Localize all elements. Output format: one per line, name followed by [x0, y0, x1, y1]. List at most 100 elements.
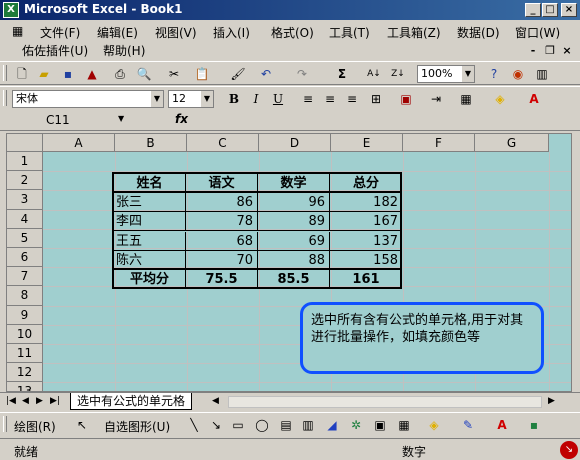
- clipart-icon[interactable]: ▣: [372, 417, 388, 433]
- table-cell[interactable]: 158: [330, 251, 402, 270]
- menu-window[interactable]: 窗口(W): [515, 24, 560, 41]
- paste-icon[interactable]: 📋: [194, 66, 210, 82]
- textbox-icon[interactable]: ▤: [278, 417, 294, 433]
- arrow-icon[interactable]: ↘: [208, 417, 224, 433]
- doc-restore-button[interactable]: ❐: [543, 44, 557, 57]
- menu-format[interactable]: 格式(O): [271, 24, 314, 41]
- oval-icon[interactable]: ◯: [254, 417, 270, 433]
- line-color-icon[interactable]: ✎: [460, 417, 476, 433]
- sheet-tab[interactable]: 选中有公式的单元格: [70, 393, 193, 410]
- table-cell[interactable]: 89: [258, 212, 330, 232]
- column-header-g[interactable]: G: [475, 134, 549, 152]
- record-icon[interactable]: ↘: [560, 441, 578, 459]
- row-header-11[interactable]: 11: [7, 344, 43, 364]
- table-cell[interactable]: 李四: [114, 212, 186, 232]
- maximize-button[interactable]: □: [542, 3, 558, 17]
- chevron-down-icon[interactable]: ▼: [151, 91, 163, 107]
- prev-sheet-icon[interactable]: ◀: [22, 396, 29, 406]
- fx-label[interactable]: fx: [175, 112, 188, 126]
- table-cell[interactable]: 69: [258, 231, 330, 251]
- row-header-13[interactable]: 13: [7, 382, 43, 391]
- scroll-left-icon[interactable]: ◀: [212, 396, 219, 406]
- align-right-icon[interactable]: ≡: [344, 91, 360, 107]
- row-header-10[interactable]: 10: [7, 324, 43, 344]
- color-wheel-icon[interactable]: ◉: [510, 66, 526, 82]
- row-header-4[interactable]: 4: [7, 209, 43, 229]
- table-summary-cell[interactable]: 75.5: [186, 270, 258, 289]
- chevron-down-icon[interactable]: ▼: [462, 66, 474, 82]
- table-header-cell[interactable]: 数学: [258, 174, 330, 193]
- row-header-1[interactable]: 1: [7, 152, 43, 172]
- name-box[interactable]: C11: [30, 111, 130, 129]
- font-name-select[interactable]: 宋体 ▼: [12, 90, 164, 108]
- last-sheet-icon[interactable]: ▶|: [50, 396, 60, 406]
- minimize-button[interactable]: _: [525, 3, 541, 17]
- research-icon[interactable]: ✂: [166, 66, 182, 82]
- column-header-d[interactable]: D: [259, 134, 331, 152]
- vertical-textbox-icon[interactable]: ▥: [300, 417, 316, 433]
- table-cell[interactable]: 78: [186, 212, 258, 232]
- table-cell[interactable]: 96: [258, 193, 330, 213]
- column-header-b[interactable]: B: [115, 134, 187, 152]
- table-cell[interactable]: 68: [186, 231, 258, 251]
- horizontal-scrollbar[interactable]: [228, 396, 542, 408]
- table-cell[interactable]: 182: [330, 193, 402, 213]
- formula-input[interactable]: [190, 111, 576, 129]
- shadow-icon[interactable]: ▪: [526, 417, 542, 433]
- table-cell[interactable]: 88: [258, 250, 330, 270]
- menu-view[interactable]: 视图(V): [155, 24, 197, 41]
- table-summary-cell[interactable]: 85.5: [258, 270, 330, 289]
- merge-center-icon[interactable]: ⊞: [368, 91, 384, 107]
- undo-icon[interactable]: ↶: [258, 66, 274, 82]
- menu-help[interactable]: 帮助(H): [103, 42, 145, 59]
- table-header-cell[interactable]: 姓名: [114, 174, 186, 193]
- rectangle-icon[interactable]: ▭: [230, 417, 246, 433]
- first-sheet-icon[interactable]: |◀: [6, 396, 16, 406]
- row-header-8[interactable]: 8: [7, 286, 43, 306]
- row-header-9[interactable]: 9: [7, 305, 43, 325]
- fill-color-icon[interactable]: ◈: [426, 417, 442, 433]
- menu-edit[interactable]: 编辑(E): [97, 24, 138, 41]
- table-cell[interactable]: 167: [330, 212, 402, 232]
- table-cell[interactable]: 陈六: [114, 250, 186, 270]
- align-center-icon[interactable]: ≡: [322, 91, 338, 107]
- picture-icon[interactable]: ▦: [396, 417, 412, 433]
- column-header-a[interactable]: A: [43, 134, 115, 152]
- doc-close-button[interactable]: ×: [560, 44, 574, 57]
- indent-icon[interactable]: ⇥: [428, 91, 444, 107]
- print-icon[interactable]: ⎙: [112, 66, 128, 82]
- help-icon[interactable]: ?: [486, 66, 502, 82]
- zoom-select[interactable]: 100% ▼: [417, 65, 475, 83]
- toolbar-grip[interactable]: [3, 416, 7, 432]
- chevron-down-icon[interactable]: ▼: [201, 91, 213, 107]
- permission-icon[interactable]: ▲: [84, 66, 100, 82]
- column-header-e[interactable]: E: [331, 134, 403, 152]
- underline-icon[interactable]: U: [270, 91, 286, 107]
- table-cell[interactable]: 86: [186, 193, 258, 213]
- row-header-3[interactable]: 3: [7, 190, 43, 210]
- menu-insert[interactable]: 插入(I): [213, 24, 250, 41]
- toolbar-grip[interactable]: [3, 90, 7, 106]
- menu-toolbox[interactable]: 工具箱(Z): [387, 24, 441, 41]
- format-painter-icon[interactable]: 🖌: [230, 66, 246, 82]
- wordart-icon[interactable]: ◢: [324, 417, 340, 433]
- toolbar-grip[interactable]: [3, 65, 7, 81]
- table-header-cell[interactable]: 总分: [330, 174, 402, 193]
- menu-data[interactable]: 数据(D): [457, 24, 500, 41]
- chevron-down-icon[interactable]: ▼: [118, 114, 124, 123]
- font-size-select[interactable]: 12 ▼: [168, 90, 214, 108]
- select-objects-icon[interactable]: ↖: [74, 417, 90, 433]
- font-color-icon[interactable]: A: [526, 91, 542, 107]
- diagram-icon[interactable]: ✲: [348, 417, 364, 433]
- new-icon[interactable]: 🗋: [14, 66, 30, 82]
- row-header-2[interactable]: 2: [7, 171, 43, 191]
- column-header-f[interactable]: F: [403, 134, 475, 152]
- table-cell[interactable]: 70: [186, 250, 258, 270]
- menu-file[interactable]: 文件(F): [40, 24, 80, 41]
- row-header-6[interactable]: 6: [7, 248, 43, 268]
- next-sheet-icon[interactable]: ▶: [36, 396, 43, 406]
- close-button[interactable]: ×: [561, 3, 577, 17]
- row-header-7[interactable]: 7: [7, 267, 43, 287]
- column-header-c[interactable]: C: [187, 134, 259, 152]
- table-cell[interactable]: 张三: [114, 193, 186, 213]
